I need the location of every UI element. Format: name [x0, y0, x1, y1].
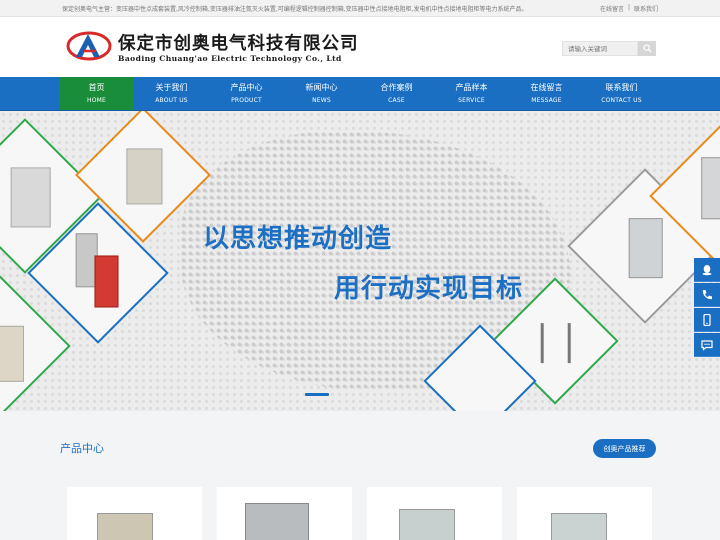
product-card[interactable]: [517, 487, 652, 540]
nav-label-cn: 产品中心: [230, 83, 263, 92]
cabinet-image: [94, 255, 119, 308]
phone-icon: [702, 289, 712, 299]
nav-label-cn: 关于我们: [155, 83, 188, 92]
business-intro: 保定创奥电气主营：变压器中性点成套装置,风冷控制箱,变压器排油注氮灭火装置,可编…: [62, 5, 528, 13]
banner-slogan-line2: 用行动实现目标: [334, 274, 524, 304]
float-mobile-button[interactable]: [694, 308, 720, 332]
search-button[interactable]: [638, 41, 656, 56]
cabinet-image: [0, 325, 24, 382]
nav-item-about[interactable]: 关于我们 ABOUT US: [134, 77, 209, 110]
slider-indicator[interactable]: [305, 393, 329, 396]
nav-label-cn: 产品样本: [455, 83, 488, 92]
product-card[interactable]: [67, 487, 202, 540]
top-link-separator: |: [627, 3, 630, 11]
nav-label-en: SERVICE: [458, 97, 485, 104]
nav-label-en: HOME: [86, 97, 106, 104]
product-card[interactable]: [367, 487, 502, 540]
nav-item-product[interactable]: 产品中心 PRODUCT: [209, 77, 284, 110]
qq-icon: [702, 264, 712, 275]
nav-label-cn: 新闻中心: [305, 83, 338, 92]
search-box: [562, 41, 656, 56]
cabinet-image: [126, 148, 163, 205]
nav-item-news[interactable]: 新闻中心 NEWS: [284, 77, 359, 110]
float-phone-button[interactable]: [694, 283, 720, 307]
nav-label-cn: 在线留言: [530, 83, 563, 92]
nav-item-home[interactable]: 首页 HOME: [59, 77, 134, 110]
nav-label-en: MESSAGE: [531, 97, 562, 104]
nav-label-en: NEWS: [312, 97, 331, 104]
product-section: 产品中心 创奥产品推荐: [0, 412, 720, 540]
nav-item-service[interactable]: 产品样本 SERVICE: [434, 77, 509, 110]
top-links: 在线留言 | 联系我们: [600, 4, 658, 13]
nav-item-message[interactable]: 在线留言 MESSAGE: [509, 77, 584, 110]
company-name-en: Baoding Chuang'ao Electric Technology Co…: [118, 54, 342, 63]
cabinet-image: [701, 157, 720, 220]
nav-item-case[interactable]: 合作案例 CASE: [359, 77, 434, 110]
insulator-image: [540, 323, 571, 364]
nav-label-en: ABOUT US: [155, 97, 188, 104]
nav-item-contact[interactable]: 联系我们 CONTACT US: [584, 77, 659, 110]
section-title: 产品中心: [60, 442, 104, 455]
nav-label-cn: 首页: [88, 83, 105, 92]
nav-label-en: CASE: [388, 97, 405, 104]
main-nav: 首页 HOME 关于我们 ABOUT US 产品中心 PRODUCT 新闻中心 …: [0, 77, 720, 111]
product-image: [399, 509, 455, 540]
product-image: [97, 513, 153, 540]
product-cards: [67, 487, 652, 540]
nav-label-en: PRODUCT: [231, 97, 262, 104]
company-logo[interactable]: [66, 29, 112, 63]
recommend-button[interactable]: 创奥产品推荐: [593, 439, 656, 458]
cabinet-image: [10, 167, 51, 228]
page: 保定创奥电气主营：变压器中性点成套装置,风冷控制箱,变压器排油注氮灭火装置,可编…: [0, 0, 720, 540]
top-link-message[interactable]: 在线留言: [600, 4, 624, 13]
top-link-contact[interactable]: 联系我们: [634, 4, 658, 13]
mobile-icon: [703, 313, 711, 326]
message-icon: [701, 339, 713, 351]
float-message-button[interactable]: [694, 333, 720, 357]
header: 保定市创奥电气科技有限公司 Baoding Chuang'ao Electric…: [0, 17, 720, 77]
top-bar: 保定创奥电气主营：变压器中性点成套装置,风冷控制箱,变压器排油注氮灭火装置,可编…: [0, 0, 720, 17]
company-name: 保定市创奥电气科技有限公司 Baoding Chuang'ao Electric…: [118, 34, 359, 64]
search-input[interactable]: [562, 41, 638, 56]
product-image: [551, 513, 607, 540]
nav-label-en: CONTACT US: [601, 97, 642, 104]
hero-banner[interactable]: 以思想推动创造 用行动实现目标: [0, 111, 720, 411]
nav-label-cn: 合作案例: [380, 83, 413, 92]
product-card[interactable]: [217, 487, 352, 540]
cabinet-image: [628, 218, 663, 279]
company-name-cn: 保定市创奥电气科技有限公司: [118, 34, 359, 54]
float-qq-button[interactable]: [694, 258, 720, 282]
banner-slogan-line1: 以思想推动创造: [203, 224, 393, 254]
search-icon: [642, 44, 652, 53]
product-image: [245, 503, 309, 540]
nav-label-cn: 联系我们: [605, 83, 638, 92]
